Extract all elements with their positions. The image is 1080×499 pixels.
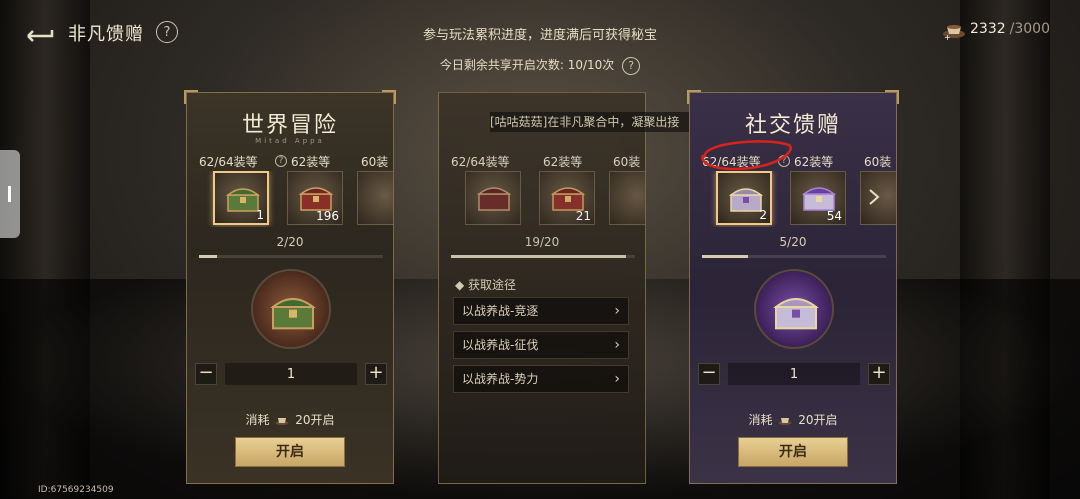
tier-labels: 62/64装等 ? 62装等 60装 (700, 153, 892, 173)
decrease-button[interactable]: − (698, 363, 720, 385)
card-middle: 62/64装等 62装等 60装 21 19/20 ◆ 获取途径 以战养战-竞逐… (438, 92, 646, 484)
cost-prefix: 消耗 (245, 413, 270, 427)
currency-display[interactable]: + 2332 /3000 (942, 18, 1050, 40)
chevron-right-icon[interactable] (866, 187, 882, 207)
progress-bar (451, 255, 635, 258)
currency-max: /3000 (1009, 21, 1050, 37)
marquee-banner: [咕咕菇菇]在非凡聚合中，凝聚出接 (490, 112, 690, 132)
dark-red-chest-icon (476, 187, 512, 211)
chevron-right-icon: › (614, 371, 620, 387)
tea-cup-currency-icon: + (943, 25, 965, 40)
daily-count-row: 今日剩余共享开启次数: 10/10次 ? (0, 56, 1080, 75)
silver-chest-icon (773, 298, 819, 330)
tier-help-icon[interactable]: ? (778, 155, 790, 167)
tier-label: 60装 (613, 155, 641, 169)
card-social-gift: 社交馈赠 62/64装等 ? 62装等 60装 2 54 5/20 − 1 + … (687, 90, 899, 484)
source-label: 以战养战-竞逐 (462, 304, 539, 318)
sources-title: ◆ 获取途径 (455, 278, 517, 292)
sources-title-text: 获取途径 (468, 278, 517, 292)
progress-text: 19/20 (524, 235, 560, 249)
card-corner (382, 90, 396, 104)
side-drawer-tab[interactable] (0, 150, 20, 238)
source-label: 以战养战-征伐 (462, 338, 539, 352)
chevron-right-icon: › (614, 303, 620, 319)
chest-slot[interactable] (609, 171, 645, 225)
chest-row: 21 (449, 171, 645, 227)
chest-slot-selected[interactable]: 1 (213, 171, 269, 225)
source-item[interactable]: 以战养战-势力 › (453, 365, 629, 393)
tier-label: 62装等 (543, 155, 583, 169)
chest-slot[interactable]: 21 (539, 171, 595, 225)
featured-chest[interactable] (754, 269, 834, 349)
quantity-stepper: − + (195, 363, 387, 387)
chevron-right-icon: › (614, 337, 620, 353)
source-label: 以战养战-势力 (462, 372, 539, 386)
chest-count: 54 (826, 209, 842, 223)
chest-count: 1 (256, 208, 264, 222)
tier-label: 62/64装等 (199, 155, 258, 169)
card-title: 世界冒险 (241, 113, 338, 138)
tier-help-icon[interactable]: ? (275, 155, 287, 167)
tea-cup-icon (275, 418, 289, 425)
tier-label: 62装等 (291, 155, 331, 169)
tier-label: 60装 (864, 155, 892, 169)
source-item[interactable]: 以战养战-征伐 › (453, 331, 629, 359)
card-title: 社交馈赠 (744, 113, 841, 138)
progress-bar (199, 255, 383, 258)
card-corner (885, 90, 899, 104)
chest-slot-selected[interactable]: 2 (716, 171, 772, 225)
green-chest-icon (270, 298, 316, 330)
cost-value: 20开启 (798, 413, 838, 427)
progress-bar (702, 255, 886, 258)
decrease-button[interactable]: − (195, 363, 217, 385)
red-chest-icon (298, 187, 334, 211)
increase-button[interactable]: + (868, 363, 890, 385)
open-button[interactable]: 开启 (738, 437, 848, 467)
daily-count-label: 今日剩余共享开启次数: 10/10次 (439, 58, 615, 72)
purple-chest-icon (801, 187, 837, 211)
chest-slot[interactable] (465, 171, 521, 225)
source-item[interactable]: 以战养战-竞逐 › (453, 297, 629, 325)
tier-label: 62/64装等 (702, 155, 761, 169)
progress-text: 5/20 (779, 235, 807, 249)
header-description: 参与玩法累积进度，进度满后可获得秘宝 (422, 28, 657, 43)
cost-label: 消耗 20开启 (187, 411, 393, 428)
card-corner (687, 90, 701, 104)
card-corner (184, 90, 198, 104)
chest-count: 196 (316, 209, 339, 223)
chest-count: 2 (759, 208, 767, 222)
card-subtitle: Mitad Appa (255, 137, 325, 145)
tier-label: 62/64装等 (451, 155, 510, 169)
chest-slot[interactable]: 54 (790, 171, 846, 225)
player-id-label: ID:67569234509 (38, 485, 114, 495)
progress-fill (702, 255, 748, 258)
tier-labels: 62/64装等 ? 62装等 60装 (197, 153, 389, 173)
cost-value: 20开启 (295, 413, 335, 427)
increase-button[interactable]: + (365, 363, 387, 385)
chest-row: 1 196 (197, 171, 393, 227)
chest-count: 21 (575, 209, 591, 223)
cost-label: 消耗 20开启 (690, 411, 896, 428)
svg-text:+: + (944, 33, 951, 40)
red-chest-icon (550, 187, 586, 211)
tea-cup-icon (778, 418, 792, 425)
quantity-input[interactable] (225, 363, 357, 385)
cost-prefix: 消耗 (748, 413, 773, 427)
tier-labels: 62/64装等 62装等 60装 (449, 153, 641, 173)
currency-value: 2332 (970, 21, 1006, 37)
chest-slot[interactable] (357, 171, 393, 225)
tier-label: 60装 (361, 155, 389, 169)
daily-help-icon[interactable]: ? (622, 56, 641, 75)
quantity-input[interactable] (728, 363, 860, 385)
chest-slot[interactable]: 196 (287, 171, 343, 225)
featured-chest[interactable] (251, 269, 331, 349)
tier-label: 62装等 (794, 155, 834, 169)
progress-text: 2/20 (276, 235, 304, 249)
card-world-adventure: 世界冒险 Mitad Appa 62/64装等 ? 62装等 60装 1 196… (184, 90, 396, 484)
progress-fill (199, 255, 218, 258)
open-button[interactable]: 开启 (235, 437, 345, 467)
quantity-stepper: − + (698, 363, 890, 387)
progress-fill (451, 255, 626, 258)
top-bar: 非凡馈赠 ? 参与玩法累积进度，进度满后可获得秘宝 今日剩余共享开启次数: 10… (0, 0, 1080, 75)
